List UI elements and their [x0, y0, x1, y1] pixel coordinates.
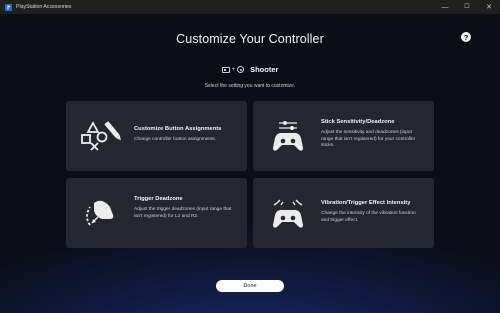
profile-name: Shooter — [250, 65, 279, 74]
plus-sign: + — [231, 66, 236, 73]
buttons-pencil-icon — [81, 121, 121, 151]
card-description: Change the intensity of the vibration fu… — [321, 211, 416, 223]
close-button[interactable]: ✕ — [478, 0, 500, 14]
card-button-assignments[interactable]: Customize Button Assignments Change cont… — [66, 101, 247, 171]
fn-button-icon — [237, 66, 245, 73]
app-title: PlayStation Accessories — [16, 4, 72, 10]
description-text: . — [197, 213, 199, 219]
playstation-app-icon — [5, 3, 12, 11]
card-title: Stick Sensitivity/Deadzone — [321, 119, 395, 125]
minimize-button[interactable]: — — [434, 0, 456, 14]
help-icon[interactable]: ? — [461, 32, 471, 42]
card-title: Vibration/Trigger Effect Intensity — [321, 200, 411, 206]
maximize-button[interactable]: ☐ — [456, 0, 478, 14]
card-vibration-intensity[interactable]: Vibration/Trigger Effect Intensity Chang… — [253, 178, 434, 248]
description-text: and — [181, 213, 190, 219]
title-bar: PlayStation Accessories — [0, 0, 500, 14]
trigger-icon — [86, 200, 114, 226]
profile-indicator: + Shooter — [0, 65, 500, 74]
create-button-icon — [221, 66, 230, 73]
card-description: Change controller button assignments. — [134, 137, 217, 142]
card-trigger-deadzone[interactable]: Trigger Deadzone Adjust the trigger dead… — [66, 178, 247, 248]
card-title: Customize Button Assignments — [134, 126, 222, 132]
card-description: Adjust the sensitivity and deadzones (in… — [321, 130, 416, 148]
card-title: Trigger Deadzone — [134, 196, 183, 202]
card-stick-sensitivity[interactable]: Stick Sensitivity/Deadzone Adjust the se… — [253, 101, 434, 171]
l2-glyph: L2 — [174, 213, 181, 219]
controller-vibration-icon — [273, 199, 303, 228]
done-button[interactable]: Done — [216, 280, 284, 292]
card-description: Adjust the trigger deadzones (input rang… — [134, 207, 237, 220]
page-title: Customize Your Controller — [176, 32, 324, 46]
controller-sticks-icon — [273, 121, 303, 151]
instruction-text: Select the setting you want to customize… — [204, 83, 296, 89]
